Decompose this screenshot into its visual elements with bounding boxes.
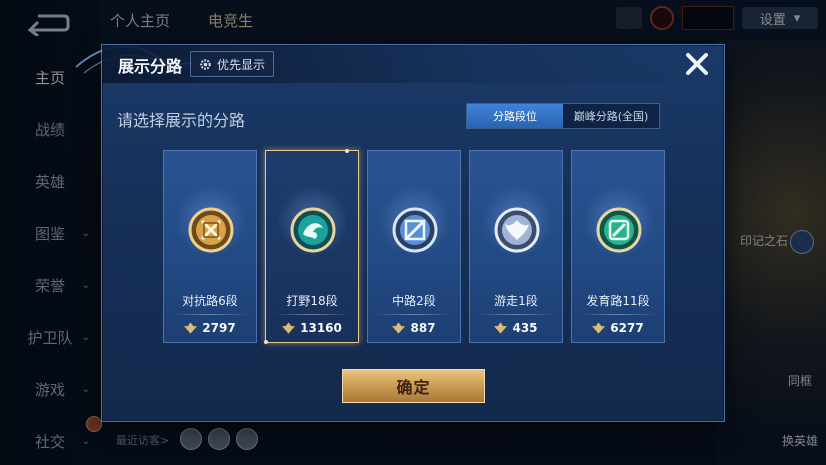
lane-label: 发育路11段 (586, 294, 650, 308)
jungle-icon (290, 207, 336, 253)
lane-score-value: 435 (512, 321, 538, 335)
rank-points-icon (494, 322, 508, 334)
mid-lane-icon (392, 207, 438, 253)
priority-label: 优先显示 (217, 57, 266, 72)
rank-points-icon (184, 322, 198, 334)
corner-ornament (345, 149, 349, 153)
lane-label: 中路2段 (392, 294, 436, 308)
segment-lane-rank[interactable]: 分路段位 (467, 104, 563, 128)
close-icon[interactable] (683, 50, 711, 78)
divider (376, 314, 452, 315)
divider (274, 314, 350, 315)
clash-lane-icon (188, 207, 234, 253)
lane-display-dialog: 展示分路 优先显示 请选择展示的分路 分路段位 巅峰分路(全国) 对抗路6段 2… (75, 44, 725, 422)
mode-segment: 分路段位 巅峰分路(全国) (466, 103, 660, 129)
corner-ornament (264, 340, 268, 344)
lane-score-value: 2797 (202, 321, 236, 335)
lane-card-roam[interactable]: 游走1段 435 (469, 150, 563, 343)
lane-score: 13160 (266, 321, 358, 335)
lane-score-value: 6277 (610, 321, 644, 335)
rank-points-icon (282, 322, 296, 334)
lane-label: 游走1段 (494, 294, 538, 308)
confirm-button[interactable]: 确定 (342, 369, 485, 403)
lane-card-jungle[interactable]: 打野18段 13160 (264, 149, 359, 344)
rank-points-icon (592, 322, 606, 334)
lane-label: 打野18段 (286, 294, 338, 308)
lane-score: 887 (368, 321, 460, 335)
priority-display-button[interactable]: 优先显示 (190, 51, 275, 77)
rank-points-icon (392, 322, 406, 334)
lane-score-value: 13160 (300, 321, 342, 335)
lane-score: 6277 (572, 321, 664, 335)
game-screen: 主页 战绩 英雄 图鉴 ⌄ 荣誉 ⌄ 护卫队 ⌄ 游戏 ⌄ 社交 ⌄ 个人主页 电竞生 设… (0, 0, 826, 465)
lane-card-clash[interactable]: 对抗路6段 2797 (163, 150, 257, 343)
dialog-title: 展示分路 (118, 57, 183, 76)
lane-cards: 对抗路6段 2797 打野18段 13160 中路2段 887 游走1段 435… (163, 149, 665, 344)
roam-icon (494, 207, 540, 253)
divider (580, 314, 656, 315)
dialog-subtitle: 请选择展示的分路 (117, 111, 246, 130)
lane-score-value: 887 (410, 321, 436, 335)
lane-card-mid[interactable]: 中路2段 887 (367, 150, 461, 343)
segment-peak-lane[interactable]: 巅峰分路(全国) (563, 104, 659, 128)
farm-lane-icon (596, 207, 642, 253)
lane-card-farm[interactable]: 发育路11段 6277 (571, 150, 665, 343)
lane-score: 2797 (164, 321, 256, 335)
divider (172, 314, 248, 315)
divider (478, 314, 554, 315)
lane-score: 435 (470, 321, 562, 335)
lane-label: 对抗路6段 (182, 294, 238, 308)
gear-icon (200, 58, 211, 70)
